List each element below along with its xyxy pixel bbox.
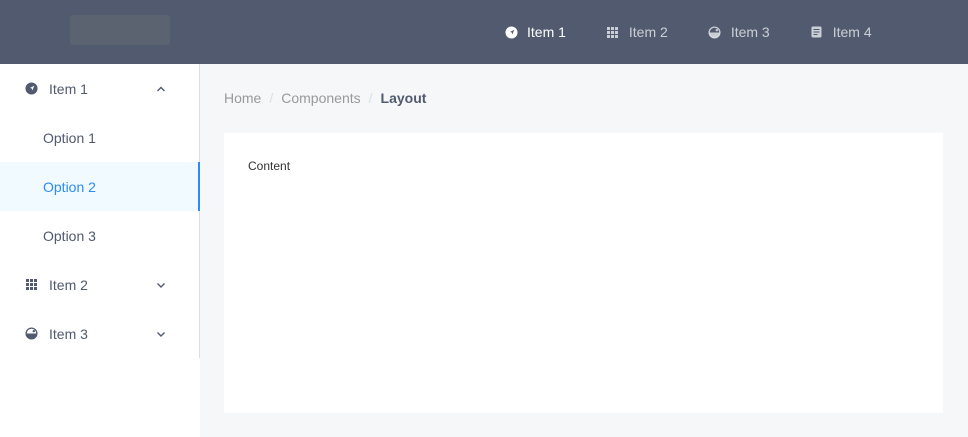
breadcrumb-current-page: Layout (380, 90, 427, 106)
logo-placeholder (70, 15, 170, 45)
navigate-icon (504, 25, 518, 39)
sidebar-submenu-label: Item 1 (49, 80, 88, 97)
breadcrumb-separator: / (368, 90, 373, 106)
navigate-icon (24, 82, 38, 96)
breadcrumb: Home / Components / Layout (224, 88, 426, 108)
grid-icon (606, 25, 620, 39)
sidebar: Item 1 Option 1 Option 2 Option 3 Item 2… (0, 64, 200, 437)
top-nav-menu: Item 1 Item 2 Item 3 Item 4 (484, 0, 892, 64)
top-nav-label: Item 3 (730, 24, 770, 40)
content-text: Content (248, 159, 291, 173)
grid-icon (24, 278, 38, 292)
top-header: Item 1 Item 2 Item 3 Item 4 (0, 0, 968, 64)
sidebar-option-1[interactable]: Option 1 (0, 113, 200, 162)
sidebar-submenu-item-2[interactable]: Item 2 (0, 260, 200, 309)
top-nav-item-2[interactable]: Item 2 (586, 0, 688, 64)
top-nav-item-3[interactable]: Item 3 (688, 0, 790, 64)
sidebar-option-label: Option 2 (43, 178, 96, 195)
sidebar-submenu-item-3[interactable]: Item 3 (0, 309, 200, 358)
sidebar-option-2[interactable]: Option 2 (0, 162, 200, 211)
document-icon (810, 25, 824, 39)
top-nav-label: Item 2 (628, 24, 668, 40)
breadcrumb-components-link[interactable]: Components (281, 90, 360, 106)
content-panel: Content (224, 133, 943, 413)
chevron-down-icon (157, 332, 165, 337)
pie-icon (708, 25, 722, 39)
chevron-up-icon (157, 86, 165, 92)
sidebar-option-label: Option 1 (43, 129, 96, 146)
sidebar-submenu-label: Item 2 (49, 276, 88, 293)
top-nav-label: Item 1 (527, 24, 566, 40)
chevron-down-icon (157, 283, 165, 288)
pie-icon (24, 327, 38, 341)
breadcrumb-separator: / (269, 90, 274, 106)
top-nav-item-4[interactable]: Item 4 (790, 0, 892, 64)
sidebar-submenu-item-1[interactable]: Item 1 (0, 64, 200, 113)
sidebar-option-label: Option 3 (43, 227, 96, 244)
sidebar-option-3[interactable]: Option 3 (0, 211, 200, 260)
breadcrumb-home-link[interactable]: Home (224, 90, 261, 106)
top-nav-item-1[interactable]: Item 1 (484, 0, 586, 64)
top-nav-label: Item 4 (832, 24, 872, 40)
sidebar-submenu-label: Item 3 (49, 325, 88, 342)
